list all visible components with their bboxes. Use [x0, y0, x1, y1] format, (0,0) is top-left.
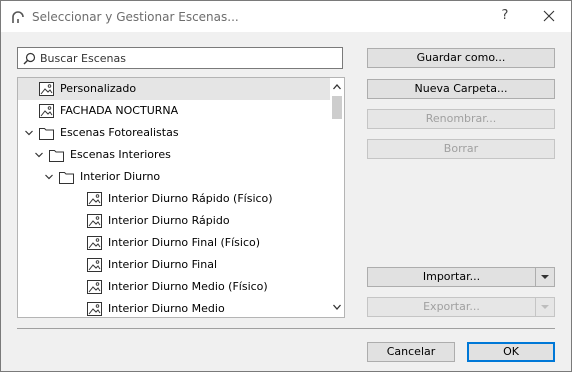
cancel-button[interactable]: Cancelar	[367, 342, 455, 362]
tree-item-label: Interior Diurno Final (Físico)	[108, 236, 261, 249]
import-split-button[interactable]: Importar...	[367, 267, 555, 287]
caret-down-icon	[541, 275, 549, 279]
scene-image-icon	[86, 279, 103, 295]
title-bar: Seleccionar y Gestionar Escenas... ?	[1, 1, 571, 32]
tree-item-label: Interior Diurno	[80, 170, 161, 183]
tree-scene-row[interactable]: Interior Diurno Medio	[18, 298, 330, 317]
tree-item-label: Interior Diurno Medio (Físico)	[108, 280, 268, 293]
new-folder-button[interactable]: Nueva Carpeta...	[367, 79, 555, 99]
tree-item-label: FACHADA NOCTURNA	[60, 104, 179, 117]
ok-button[interactable]: OK	[467, 342, 555, 362]
search-input[interactable]	[40, 50, 336, 66]
scroll-up-icon[interactable]	[331, 80, 343, 94]
export-dropdown[interactable]	[535, 298, 554, 316]
tree-item-label: Escenas Interiores	[70, 148, 171, 161]
chevron-down-icon[interactable]	[44, 172, 54, 182]
footer-divider	[17, 328, 555, 329]
tree-item-label: Interior Diurno Rápido (Físico)	[108, 192, 273, 205]
tree-item-label: Personalizado	[60, 82, 137, 95]
tree-scene-row[interactable]: FACHADA NOCTURNA	[18, 100, 330, 122]
import-button[interactable]: Importar...	[368, 268, 535, 286]
tree-scene-row[interactable]: Interior Diurno Medio (Físico)	[18, 276, 330, 298]
dialog-window: Seleccionar y Gestionar Escenas... ? Per…	[0, 0, 572, 372]
tree-scene-row[interactable]: Personalizado	[18, 78, 330, 100]
save-as-button[interactable]: Guardar como...	[367, 48, 555, 68]
rename-button[interactable]: Renombrar...	[367, 109, 555, 129]
tree-scene-row[interactable]: Interior Diurno Rápido (Físico)	[18, 188, 330, 210]
tree-folder-row[interactable]: Escenas Fotorealistas	[18, 122, 330, 144]
app-logo-icon	[12, 11, 24, 23]
scroll-thumb[interactable]	[332, 96, 342, 119]
tree-scene-row[interactable]: Interior Diurno Final	[18, 254, 330, 276]
tree-scene-row[interactable]: Interior Diurno Rápido	[18, 210, 330, 232]
tree-item-label: Escenas Fotorealistas	[60, 126, 179, 139]
scene-tree[interactable]: Personalizado FACHADA NOCTURNA Escenas Fot…	[17, 77, 345, 318]
folder-icon	[48, 147, 65, 163]
export-split-button[interactable]: Exportar...	[367, 297, 555, 317]
import-dropdown[interactable]	[535, 268, 554, 286]
window-title: Seleccionar y Gestionar Escenas...	[32, 10, 239, 24]
scene-image-icon	[38, 103, 55, 119]
close-icon[interactable]	[537, 5, 561, 27]
caret-down-icon	[541, 305, 549, 309]
delete-button[interactable]: Borrar	[367, 139, 555, 159]
chevron-down-icon[interactable]	[24, 128, 34, 138]
search-icon	[23, 52, 36, 65]
scene-image-icon	[86, 257, 103, 273]
tree-scene-row[interactable]: Interior Diurno Final (Físico)	[18, 232, 330, 254]
scene-image-icon	[86, 213, 103, 229]
tree-folder-row[interactable]: Escenas Interiores	[18, 144, 330, 166]
scene-image-icon	[86, 235, 103, 251]
tree-item-label: Interior Diurno Final	[108, 258, 218, 271]
tree-item-label: Interior Diurno Medio	[108, 302, 225, 315]
search-field[interactable]	[17, 47, 343, 69]
tree-item-label: Interior Diurno Rápido	[108, 214, 230, 227]
scene-image-icon	[38, 81, 55, 97]
tree-scrollbar[interactable]	[330, 78, 344, 317]
help-button[interactable]: ?	[493, 5, 517, 27]
tree-folder-row[interactable]: Interior Diurno	[18, 166, 330, 188]
folder-icon	[58, 169, 75, 185]
folder-icon	[38, 125, 55, 141]
scene-image-icon	[86, 191, 103, 207]
scene-image-icon	[86, 301, 103, 317]
export-button[interactable]: Exportar...	[368, 298, 535, 316]
chevron-down-icon[interactable]	[34, 150, 44, 160]
scroll-down-icon[interactable]	[331, 300, 343, 314]
